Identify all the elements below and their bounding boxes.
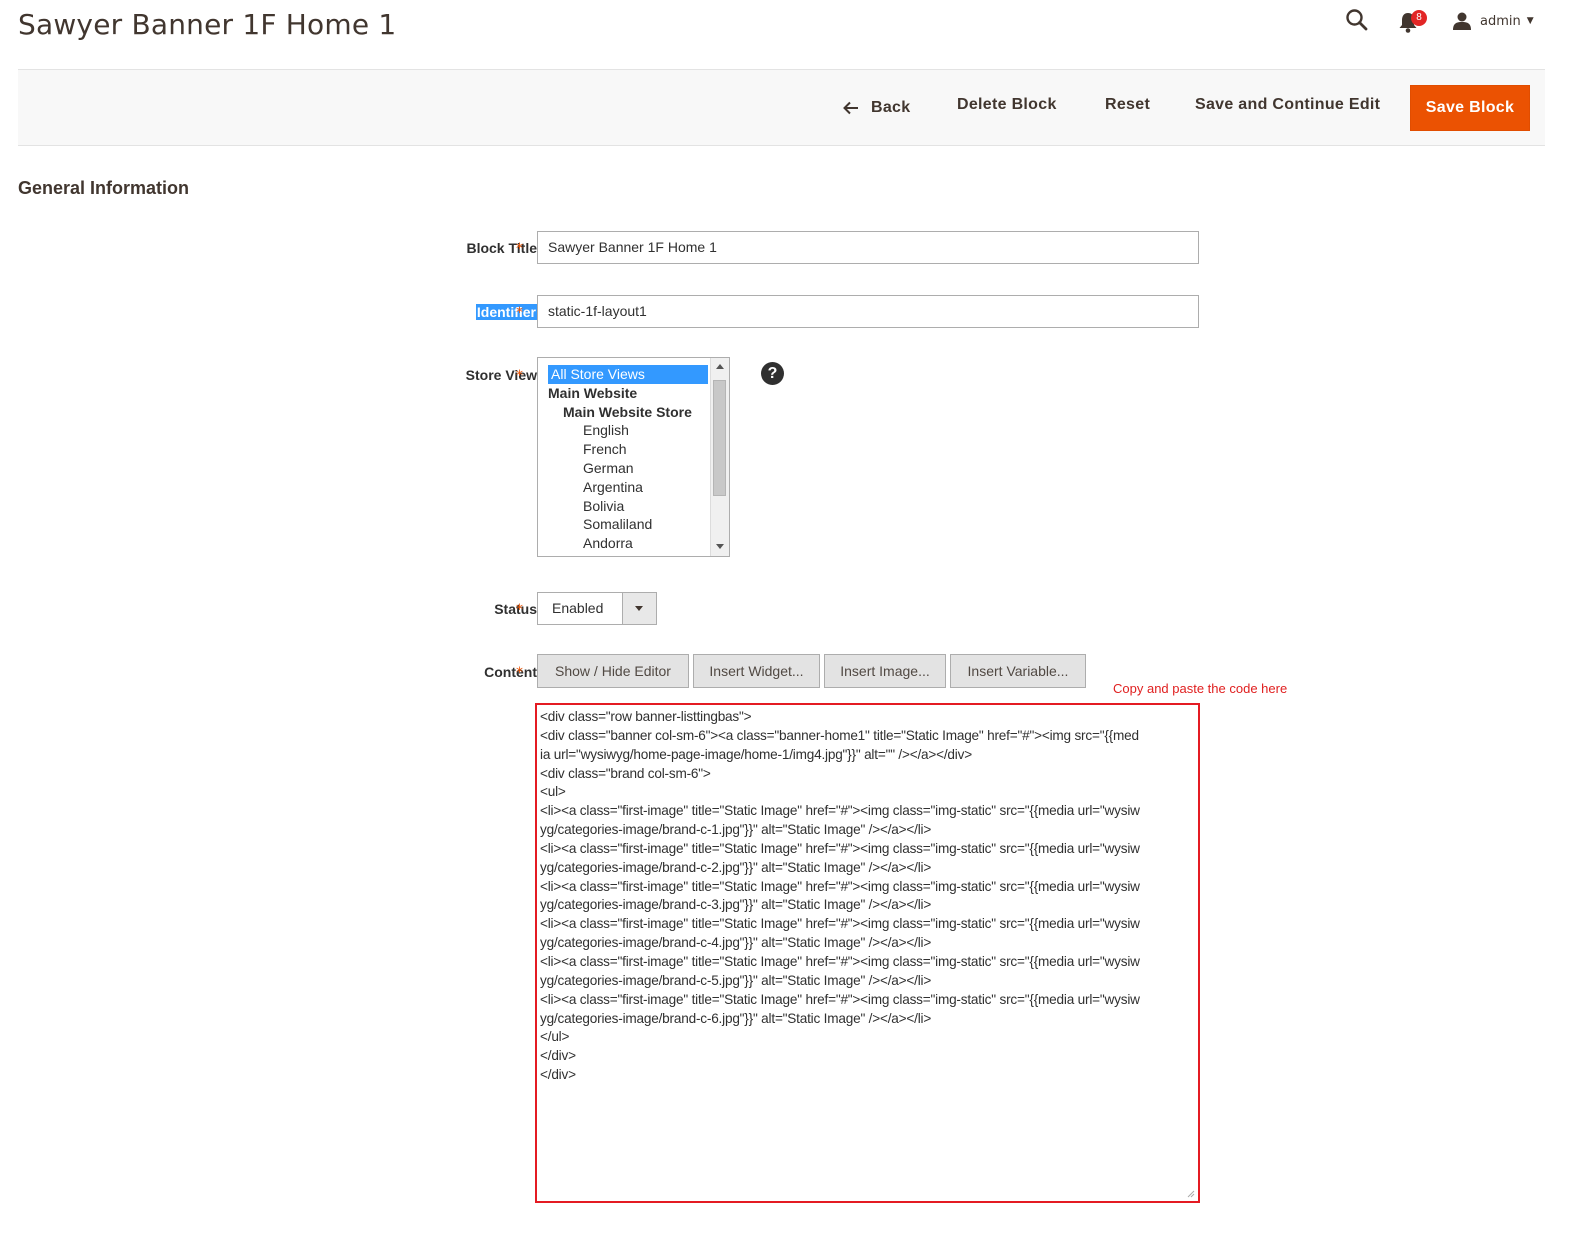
- store-view-option[interactable]: Andorra: [548, 534, 708, 553]
- required-marker: *: [516, 602, 523, 618]
- resize-grip-icon[interactable]: [1187, 1190, 1195, 1198]
- block-title-input[interactable]: Sawyer Banner 1F Home 1: [537, 231, 1199, 264]
- required-marker: *: [516, 665, 523, 681]
- user-menu[interactable]: admin ▼: [1452, 9, 1534, 33]
- arrow-left-icon: [843, 101, 858, 115]
- store-view-multiselect[interactable]: All Store Views Main Website Main Website …: [537, 357, 730, 557]
- status-dropdown-toggle[interactable]: [622, 593, 656, 624]
- store-view-option[interactable]: Somaliland: [548, 515, 708, 534]
- insert-widget-button[interactable]: Insert Widget...: [693, 654, 820, 688]
- store-view-option[interactable]: Argentina: [548, 478, 708, 497]
- back-label: Back: [871, 99, 911, 116]
- content-code: <div class="row banner-listtingbas"> <di…: [540, 709, 1140, 1083]
- search-icon[interactable]: [1345, 8, 1369, 32]
- scroll-thumb[interactable]: [713, 380, 726, 496]
- content-textarea[interactable]: <div class="row banner-listtingbas"> <di…: [535, 703, 1200, 1203]
- save-block-button[interactable]: Save Block: [1410, 85, 1530, 131]
- delete-block-button[interactable]: Delete Block: [957, 96, 1057, 120]
- required-marker: *: [516, 368, 523, 384]
- insert-variable-button[interactable]: Insert Variable...: [950, 654, 1086, 688]
- block-title-label: Block Title: [466, 240, 537, 256]
- store-view-option[interactable]: French: [548, 440, 708, 459]
- user-name: admin: [1480, 13, 1521, 29]
- store-view-option[interactable]: German: [548, 459, 708, 478]
- page-title: Sawyer Banner 1F Home 1: [18, 8, 397, 41]
- store-view-scrollbar[interactable]: [710, 358, 729, 556]
- user-icon: [1453, 12, 1471, 30]
- store-view-option[interactable]: Main Website: [548, 384, 708, 403]
- status-value: Enabled: [552, 600, 604, 616]
- identifier-label: Identifier: [475, 304, 537, 320]
- identifier-label-text: Identifier: [475, 304, 537, 320]
- content-label: Content: [484, 664, 537, 680]
- store-view-options: All Store Views Main Website Main Website …: [548, 365, 708, 556]
- store-view-label: Store View: [465, 367, 537, 383]
- store-view-option[interactable]: Main Website Store: [548, 403, 708, 422]
- section-title: General Information: [18, 178, 190, 198]
- store-view-option[interactable]: Bolivia: [548, 497, 708, 516]
- help-icon[interactable]: ?: [761, 362, 784, 385]
- reset-button[interactable]: Reset: [1105, 96, 1150, 120]
- back-button[interactable]: Back: [843, 96, 910, 120]
- annotation-note: Copy and paste the code here: [1113, 681, 1288, 696]
- required-marker: *: [516, 305, 523, 321]
- scroll-down-icon[interactable]: [716, 544, 724, 549]
- notifications-button[interactable]: 8: [1398, 9, 1428, 33]
- store-view-option[interactable]: Australia: [548, 553, 708, 556]
- insert-image-button[interactable]: Insert Image...: [824, 654, 946, 688]
- chevron-down-icon: ▼: [1526, 16, 1534, 26]
- scroll-up-icon[interactable]: [716, 364, 724, 369]
- status-select[interactable]: Enabled: [537, 592, 657, 625]
- store-view-option[interactable]: English: [548, 421, 708, 440]
- notification-count-badge: 8: [1411, 10, 1427, 26]
- save-and-continue-button[interactable]: Save and Continue Edit: [1195, 96, 1380, 120]
- store-view-option[interactable]: All Store Views: [548, 365, 708, 384]
- required-marker: *: [516, 241, 523, 257]
- show-hide-editor-button[interactable]: Show / Hide Editor: [537, 654, 689, 688]
- identifier-input[interactable]: static-1f-layout1: [537, 295, 1199, 328]
- chevron-down-icon: [635, 606, 643, 611]
